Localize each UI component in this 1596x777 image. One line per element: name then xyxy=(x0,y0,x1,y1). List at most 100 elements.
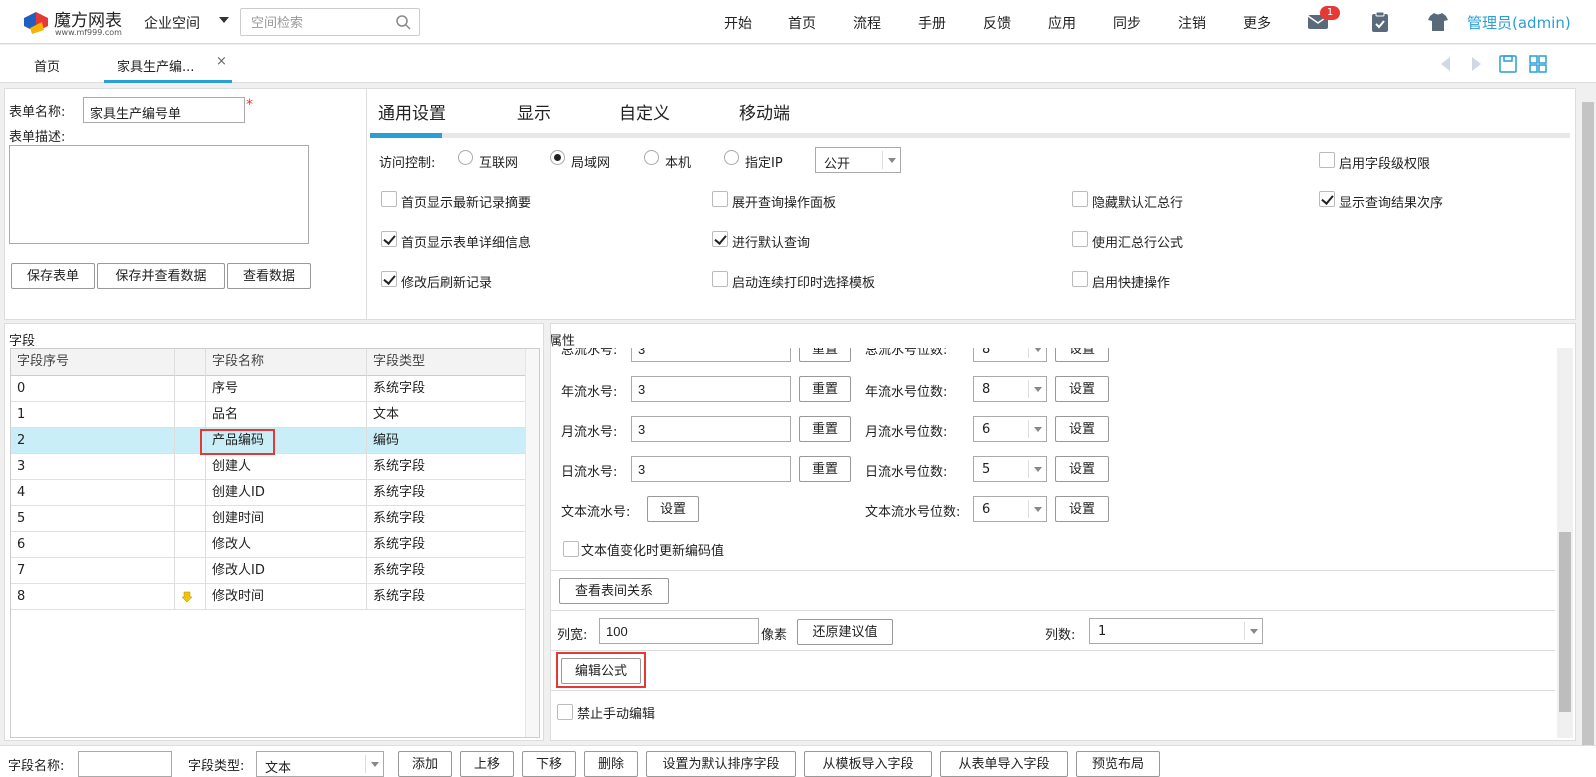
serial-total-input[interactable]: 3 xyxy=(631,348,791,362)
serial-year-digits-select[interactable]: 8 xyxy=(973,376,1047,402)
radio-ip[interactable] xyxy=(724,150,739,165)
back-icon[interactable] xyxy=(1436,54,1456,74)
forward-icon[interactable] xyxy=(1466,54,1486,74)
table-row[interactable]: 8 修改时间 系统字段 xyxy=(11,584,526,610)
checkbox-home-details[interactable] xyxy=(381,231,397,247)
set-button[interactable]: 设置 xyxy=(1055,456,1109,482)
checkbox-expand-query[interactable] xyxy=(712,191,728,207)
checkbox-default-query[interactable] xyxy=(712,231,728,247)
preview-layout-button[interactable]: 预览布局 xyxy=(1076,751,1160,777)
nav-apps[interactable]: 应用 xyxy=(1048,13,1076,33)
table-row[interactable]: 7 修改人ID 系统字段 xyxy=(11,558,526,584)
space-search[interactable] xyxy=(240,8,420,36)
serial-day-input[interactable]: 3 xyxy=(631,456,791,482)
checkbox-label[interactable]: 首页显示最新记录摘要 xyxy=(401,192,531,211)
radio-ip-label[interactable]: 指定IP xyxy=(745,152,783,171)
checkbox-hide-summary[interactable] xyxy=(1072,191,1088,207)
tab-general[interactable]: 通用设置 xyxy=(378,99,446,124)
import-from-form-button[interactable]: 从表单导入字段 xyxy=(940,751,1068,777)
tab-home[interactable]: 首页 xyxy=(34,56,60,75)
serial-day-digits-select[interactable]: 5 xyxy=(973,456,1047,482)
tab-display[interactable]: 显示 xyxy=(517,99,551,124)
checkbox-label[interactable]: 文本值变化时更新编码值 xyxy=(581,540,724,559)
checkbox-label[interactable]: 显示查询结果次序 xyxy=(1339,192,1443,211)
column-header[interactable]: 字段名称 xyxy=(206,349,366,374)
table-row[interactable]: 0 序号 系统字段 xyxy=(11,376,526,402)
user-menu[interactable]: 管理员(admin) xyxy=(1467,12,1571,33)
access-select[interactable]: 公开 xyxy=(815,147,901,173)
serial-month-input[interactable]: 3 xyxy=(631,416,791,442)
save-and-view-button[interactable]: 保存并查看数据 xyxy=(97,263,225,289)
checkbox-home-summary[interactable] xyxy=(381,191,397,207)
reset-button[interactable]: 重置 xyxy=(799,416,851,442)
save-icon[interactable] xyxy=(1498,54,1518,74)
tab-custom[interactable]: 自定义 xyxy=(619,99,670,124)
checkbox-refresh[interactable] xyxy=(381,271,397,287)
tab-mobile[interactable]: 移动端 xyxy=(739,99,790,124)
checkbox-quick-ops[interactable] xyxy=(1072,271,1088,287)
chevron-down-icon[interactable] xyxy=(882,151,900,169)
nav-home[interactable]: 首页 xyxy=(788,13,816,33)
set-default-sort-button[interactable]: 设置为默认排序字段 xyxy=(646,751,796,777)
checkbox-label[interactable]: 展开查询操作面板 xyxy=(732,192,836,211)
nav-logout[interactable]: 注销 xyxy=(1178,13,1206,33)
form-name-input[interactable]: 家具生产编号单 xyxy=(83,97,245,123)
radio-local-label[interactable]: 本机 xyxy=(665,152,691,171)
tab-close-button[interactable]: × xyxy=(216,54,227,69)
nav-workflow[interactable]: 流程 xyxy=(853,13,881,33)
radio-internet[interactable] xyxy=(458,150,473,165)
field-type-select[interactable]: 文本 xyxy=(256,751,384,777)
arrow-down-icon[interactable] xyxy=(181,591,193,603)
radio-local[interactable] xyxy=(644,150,659,165)
nav-sync[interactable]: 同步 xyxy=(1113,13,1141,33)
move-down-button[interactable]: 下移 xyxy=(522,751,576,777)
serial-month-digits-select[interactable]: 6 xyxy=(973,416,1047,442)
clipboard-icon[interactable] xyxy=(1368,10,1392,34)
nav-start[interactable]: 开始 xyxy=(724,13,752,33)
serial-total-digits-select[interactable]: 8 xyxy=(973,348,1047,362)
set-button[interactable]: 设置 xyxy=(1055,416,1109,442)
chevron-down-icon[interactable] xyxy=(1028,348,1046,358)
checkbox-label[interactable]: 隐藏默认汇总行 xyxy=(1092,192,1183,211)
checkbox-label[interactable]: 修改后刷新记录 xyxy=(401,272,492,291)
table-row[interactable]: 1 品名 文本 xyxy=(11,402,526,428)
table-scrollbar[interactable] xyxy=(525,349,539,737)
shirt-icon[interactable] xyxy=(1426,10,1450,34)
space-selector[interactable]: 企业空间 xyxy=(144,13,200,33)
page-scroll-thumb[interactable] xyxy=(1582,102,1594,762)
checkbox-no-manual-edit[interactable] xyxy=(557,704,573,720)
chevron-down-icon[interactable] xyxy=(1028,420,1046,438)
tab-current[interactable]: 家具生产编... xyxy=(117,56,194,75)
grid-view-icon[interactable] xyxy=(1528,54,1548,74)
brand-logo[interactable]: 魔方网表 www.mf999.com xyxy=(22,6,122,38)
form-desc-textarea[interactable] xyxy=(9,145,309,244)
chevron-down-icon[interactable] xyxy=(365,755,383,773)
checkbox-update-on-change[interactable] xyxy=(563,541,579,557)
table-row[interactable]: 6 修改人 系统字段 xyxy=(11,532,526,558)
set-button[interactable]: 设置 xyxy=(647,496,699,522)
restore-default-button[interactable]: 还原建议值 xyxy=(797,619,893,645)
view-data-button[interactable]: 查看数据 xyxy=(227,263,311,289)
nav-feedback[interactable]: 反馈 xyxy=(983,13,1011,33)
chevron-down-icon[interactable] xyxy=(1028,380,1046,398)
save-form-button[interactable]: 保存表单 xyxy=(11,263,95,289)
reset-button[interactable]: 重置 xyxy=(799,376,851,402)
properties-scroll-thumb[interactable] xyxy=(1559,532,1571,712)
checkbox-label[interactable]: 首页显示表单详细信息 xyxy=(401,232,531,251)
radio-internet-label[interactable]: 互联网 xyxy=(479,152,518,171)
radio-lan[interactable] xyxy=(550,150,565,165)
checkbox-label[interactable]: 启用字段级权限 xyxy=(1339,153,1430,172)
reset-button[interactable]: 重置 xyxy=(799,456,851,482)
add-field-button[interactable]: 添加 xyxy=(398,751,452,777)
checkbox-show-order[interactable] xyxy=(1319,191,1335,207)
set-button[interactable]: 设置 xyxy=(1055,376,1109,402)
checkbox-label[interactable]: 进行默认查询 xyxy=(732,232,810,251)
set-button[interactable]: 设置 xyxy=(1055,496,1109,522)
table-row[interactable]: 4 创建人ID 系统字段 xyxy=(11,480,526,506)
text-serial-digits-select[interactable]: 6 xyxy=(973,496,1047,522)
checkbox-label[interactable]: 启用快捷操作 xyxy=(1092,272,1170,291)
nav-more[interactable]: 更多 xyxy=(1243,13,1271,33)
checkbox-label[interactable]: 使用汇总行公式 xyxy=(1092,232,1183,251)
chevron-down-icon[interactable] xyxy=(1244,622,1262,640)
column-header[interactable]: 字段类型 xyxy=(367,349,527,374)
